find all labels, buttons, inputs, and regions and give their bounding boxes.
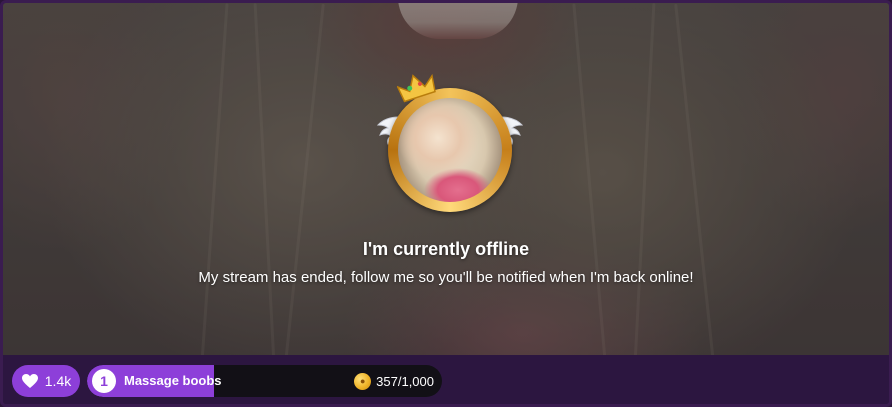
avatar[interactable] (377, 73, 523, 215)
avatar-frame (388, 88, 512, 212)
avatar-image (398, 98, 502, 202)
coin-icon: ● (354, 372, 372, 390)
crown-icon (397, 73, 436, 103)
bottom-bar: 1.4k 1 Massage boobs ● 357/1,000 (3, 355, 889, 404)
heart-icon (21, 374, 38, 388)
offline-title: I'm currently offline (362, 239, 530, 259)
goal-progress: ● 357/1,000 (354, 365, 434, 397)
goal-progress-text: 357/1,000 (376, 373, 434, 389)
like-count: 1.4k (44, 373, 72, 389)
stream-player: I'm currently offline My stream has ende… (0, 0, 892, 407)
goal-number-badge: 1 (92, 369, 116, 393)
goal-label: Massage boobs (124, 373, 222, 388)
offline-stage: I'm currently offline My stream has ende… (3, 3, 889, 355)
like-button[interactable]: 1.4k (12, 365, 80, 397)
tip-goal[interactable]: 1 Massage boobs ● 357/1,000 (87, 365, 442, 397)
offline-message: My stream has ended, follow me so you'll… (198, 269, 694, 286)
